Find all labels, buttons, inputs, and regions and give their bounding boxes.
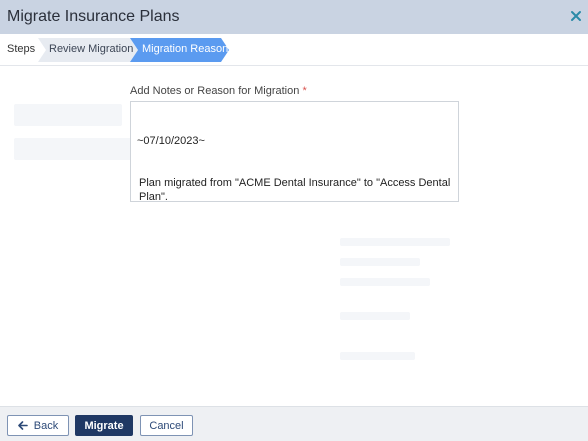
background-placeholder: [340, 312, 410, 320]
notes-textarea[interactable]: ~07/10/2023~ Plan migrated from "ACME De…: [130, 101, 459, 203]
dialog-footer: Back Migrate Cancel: [0, 406, 588, 441]
background-placeholder: [340, 278, 430, 286]
dialog-title: Migrate Insurance Plans: [7, 8, 180, 25]
steps-bar: Steps Review Migration Migration Reason: [0, 34, 588, 66]
notes-date-line: ~07/10/2023~: [137, 135, 205, 147]
migrate-button-label: Migrate: [84, 419, 124, 432]
cancel-button-label: Cancel: [149, 419, 184, 432]
migrate-button[interactable]: Migrate: [75, 415, 133, 436]
step-review-migration[interactable]: Review Migration: [38, 38, 138, 62]
required-marker: *: [302, 85, 307, 97]
cancel-button[interactable]: Cancel: [140, 415, 193, 436]
arrow-left-icon: [17, 421, 28, 430]
steps-label: Steps: [7, 43, 36, 55]
notes-label: Add Notes or Reason for Migration *: [130, 85, 307, 97]
step-review-label: Review Migration: [49, 43, 134, 55]
step-reason-label: Migration Reason: [142, 43, 229, 55]
notes-reason-line: Plan migrated from "ACME Dental Insuranc…: [139, 177, 454, 203]
background-placeholder: [340, 258, 420, 266]
notes-label-text: Add Notes or Reason for Migration: [130, 85, 300, 97]
background-placeholder: [14, 104, 122, 126]
back-button[interactable]: Back: [7, 415, 69, 436]
dialog-header: Migrate Insurance Plans: [0, 0, 588, 34]
back-button-label: Back: [33, 419, 59, 432]
background-placeholder: [340, 352, 415, 360]
step-migration-reason[interactable]: Migration Reason: [130, 38, 229, 62]
background-placeholder: [340, 238, 450, 246]
close-icon[interactable]: [569, 9, 583, 23]
